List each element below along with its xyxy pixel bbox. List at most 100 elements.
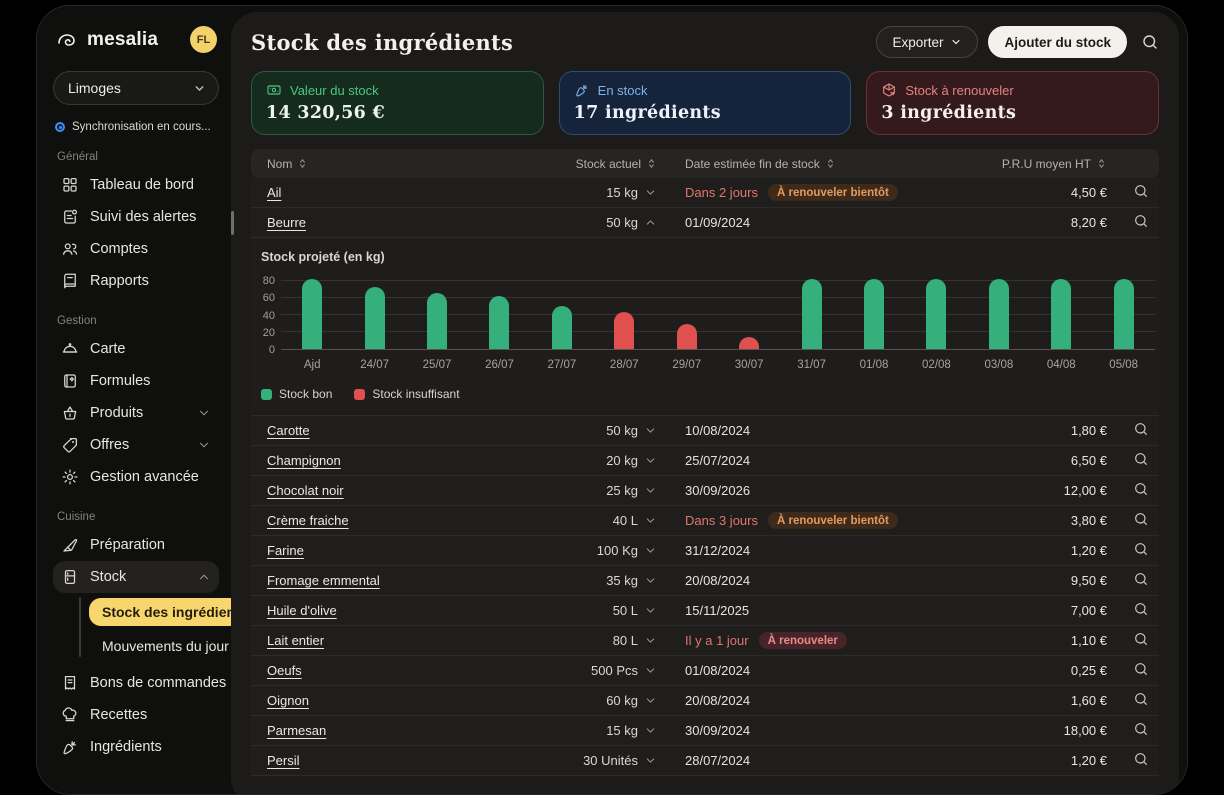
- table-row[interactable]: Carotte50 kg10/08/20241,80 €: [251, 416, 1159, 446]
- column-header-stock-actuel[interactable]: Stock actuel: [574, 157, 659, 171]
- table-row[interactable]: Ail15 kgDans 2 joursÀ renouveler bientôt…: [251, 178, 1159, 208]
- search-icon[interactable]: [1141, 33, 1159, 51]
- sidebar-item-suivi-des-alertes[interactable]: Suivi des alertes: [53, 201, 219, 233]
- ingredient-name-link[interactable]: Carotte: [267, 423, 310, 438]
- table-row[interactable]: Farine100 Kg31/12/20241,20 €: [251, 536, 1159, 566]
- ingredient-name-link[interactable]: Crème fraiche: [267, 513, 349, 528]
- add-stock-button[interactable]: Ajouter du stock: [988, 26, 1127, 58]
- stock-value: 30 Unités: [583, 753, 638, 768]
- ingredient-name-link[interactable]: Ail: [267, 185, 281, 200]
- chevron-down-icon[interactable]: [644, 664, 657, 677]
- table-row[interactable]: Champignon20 kg25/07/20246,50 €: [251, 446, 1159, 476]
- table-row[interactable]: Crème fraiche40 LDans 3 joursÀ renouvele…: [251, 506, 1159, 536]
- avatar[interactable]: FL: [190, 26, 217, 53]
- chevron-down-icon[interactable]: [644, 454, 657, 467]
- sidebar-item-rapports[interactable]: Rapports: [53, 265, 219, 297]
- section-label: Cuisine: [57, 511, 215, 523]
- magnifier-icon[interactable]: [1133, 511, 1149, 527]
- sort-icon[interactable]: [297, 158, 308, 169]
- ingredient-name-link[interactable]: Parmesan: [267, 723, 326, 738]
- sidebar-item-tableau-de-bord[interactable]: Tableau de bord: [53, 169, 219, 201]
- x-axis: Ajd24/0725/0726/0727/0728/0729/0730/0731…: [281, 359, 1155, 371]
- magnifier-icon[interactable]: [1133, 661, 1149, 677]
- column-header-date[interactable]: Date estimée fin de stock: [659, 157, 959, 171]
- sort-icon[interactable]: [1096, 158, 1107, 169]
- chevron-down-icon[interactable]: [644, 186, 657, 199]
- magnifier-icon[interactable]: [1133, 183, 1149, 199]
- magnifier-icon[interactable]: [1133, 571, 1149, 587]
- sidebar-subitem-mouvements-du-jour[interactable]: Mouvements du jour: [89, 632, 242, 660]
- ingredient-name-link[interactable]: Chocolat noir: [267, 483, 344, 498]
- chevron-down-icon[interactable]: [644, 574, 657, 587]
- chevron-down-icon[interactable]: [644, 514, 657, 527]
- magnifier-icon[interactable]: [1133, 601, 1149, 617]
- ingredient-name-link[interactable]: Champignon: [267, 453, 341, 468]
- sidebar-item-produits[interactable]: Produits: [53, 397, 219, 429]
- ingredient-name-link[interactable]: Beurre: [267, 215, 306, 230]
- x-axis-label: 25/07: [406, 359, 468, 371]
- sidebar-item-recettes[interactable]: Recettes: [53, 699, 219, 731]
- column-header-nom[interactable]: Nom: [251, 157, 544, 171]
- location-select[interactable]: Limoges: [53, 71, 219, 105]
- chevron-down-icon[interactable]: [644, 484, 657, 497]
- status-badge: À renouveler: [759, 632, 847, 649]
- ingredient-name-link[interactable]: Oignon: [267, 693, 309, 708]
- table-row[interactable]: Fromage emmental35 kg20/08/20249,50 €: [251, 566, 1159, 596]
- magnifier-icon[interactable]: [1133, 541, 1149, 557]
- chevron-down-icon[interactable]: [644, 694, 657, 707]
- ingredient-name-link[interactable]: Fromage emmental: [267, 573, 380, 588]
- ingredient-name-link[interactable]: Farine: [267, 543, 304, 558]
- column-header-pru[interactable]: P.R.U moyen HT: [1000, 157, 1109, 171]
- chevron-up-icon[interactable]: [644, 216, 657, 229]
- sidebar-item-offres[interactable]: Offres: [53, 429, 219, 461]
- sort-icon[interactable]: [825, 158, 836, 169]
- chevron-down-icon[interactable]: [644, 424, 657, 437]
- sidebar-item-label: Formules: [90, 373, 211, 389]
- banknote-icon: [266, 82, 282, 98]
- x-axis-label: 02/08: [905, 359, 967, 371]
- sidebar-item-pr-paration[interactable]: Préparation: [53, 529, 219, 561]
- sidebar-item-comptes[interactable]: Comptes: [53, 233, 219, 265]
- magnifier-icon[interactable]: [1133, 451, 1149, 467]
- magnifier-icon[interactable]: [1133, 213, 1149, 229]
- chevron-down-icon[interactable]: [644, 604, 657, 617]
- sidebar-item-formules[interactable]: Formules: [53, 365, 219, 397]
- sidebar-item-gestion-avanc-e[interactable]: Gestion avancée: [53, 461, 219, 493]
- chevron-down-icon[interactable]: [644, 544, 657, 557]
- chevron-down-icon[interactable]: [644, 634, 657, 647]
- table-row[interactable]: Beurre50 kg01/09/20248,20 €: [251, 208, 1159, 238]
- magnifier-icon[interactable]: [1133, 751, 1149, 767]
- stock-value: 50 kg: [606, 215, 638, 230]
- sidebar-item-carte[interactable]: Carte: [53, 333, 219, 365]
- sidebar-item-label: Offres: [90, 437, 186, 453]
- table-row[interactable]: Oignon60 kg20/08/20241,60 €: [251, 686, 1159, 716]
- ingredient-name-link[interactable]: Persil: [267, 753, 300, 768]
- ingredient-name-link[interactable]: Oeufs: [267, 663, 302, 678]
- table-row[interactable]: Lait entier80 LIl y a 1 jourÀ renouveler…: [251, 626, 1159, 656]
- end-date: 25/07/2024: [685, 453, 750, 468]
- sync-status: Synchronisation en cours...: [55, 121, 217, 133]
- sidebar-item-bons-de-commandes[interactable]: Bons de commandes: [53, 667, 219, 699]
- magnifier-icon[interactable]: [1133, 691, 1149, 707]
- chevron-down-icon[interactable]: [644, 724, 657, 737]
- magnifier-icon[interactable]: [1133, 421, 1149, 437]
- sort-icon[interactable]: [646, 158, 657, 169]
- chevron-down-icon[interactable]: [644, 754, 657, 767]
- table-row[interactable]: Chocolat noir25 kg30/09/202612,00 €: [251, 476, 1159, 506]
- sidebar-item-ingr-dients[interactable]: Ingrédients: [53, 731, 219, 763]
- table-row[interactable]: Persil30 Unités28/07/20241,20 €: [251, 746, 1159, 776]
- magnifier-icon[interactable]: [1133, 721, 1149, 737]
- table-row[interactable]: Parmesan15 kg30/09/202418,00 €: [251, 716, 1159, 746]
- sidebar-item-stock[interactable]: Stock: [53, 561, 219, 593]
- unit-price: 8,20 €: [1069, 215, 1109, 230]
- x-axis-label: 05/08: [1092, 359, 1154, 371]
- table-row[interactable]: Oeufs500 Pcs01/08/20240,25 €: [251, 656, 1159, 686]
- export-button[interactable]: Exporter: [876, 26, 978, 58]
- status-badge: À renouveler bientôt: [768, 184, 898, 201]
- magnifier-icon[interactable]: [1133, 481, 1149, 497]
- carrot-icon: [574, 82, 590, 98]
- table-row[interactable]: Huile d'olive50 L15/11/20257,00 €: [251, 596, 1159, 626]
- magnifier-icon[interactable]: [1133, 631, 1149, 647]
- ingredient-name-link[interactable]: Lait entier: [267, 633, 324, 648]
- ingredient-name-link[interactable]: Huile d'olive: [267, 603, 337, 618]
